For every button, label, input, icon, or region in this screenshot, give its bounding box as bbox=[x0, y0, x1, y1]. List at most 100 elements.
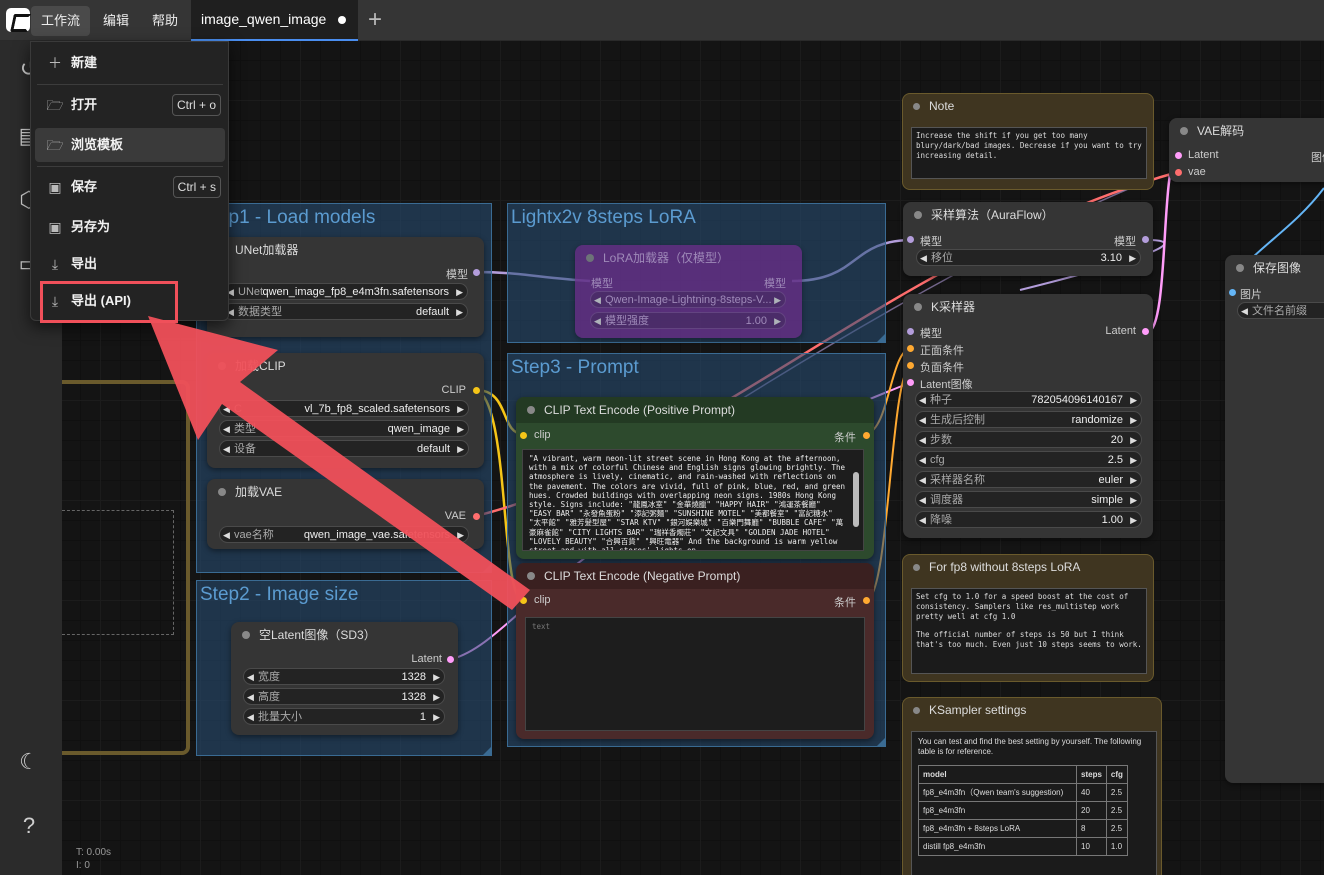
input-port[interactable] bbox=[1229, 289, 1236, 296]
aura-flow-node[interactable]: 采样算法（AuraFlow） 模型 模型 移位3.10 bbox=[903, 202, 1153, 276]
output-label: 模型 bbox=[1114, 236, 1136, 248]
positive-prompt-node[interactable]: CLIP Text Encode (Positive Prompt) clip … bbox=[516, 397, 874, 559]
input-port[interactable] bbox=[907, 345, 914, 352]
sampler-name-widget[interactable]: 采样器名称euler bbox=[915, 471, 1142, 489]
node-title: CLIP Text Encode (Negative Prompt) bbox=[516, 563, 874, 589]
node-title: K采样器 bbox=[903, 294, 1153, 320]
textarea-scrollbar[interactable] bbox=[853, 472, 859, 527]
unet-loader-node[interactable]: UNet加载器 模型 UNet...qwen_image_fp8_e4m3fn.… bbox=[207, 237, 484, 337]
new-tab-button[interactable]: + bbox=[368, 7, 382, 33]
menu-item-export[interactable]: ⤓ 导出 bbox=[35, 247, 225, 281]
output-port[interactable] bbox=[473, 513, 480, 520]
width-widget[interactable]: 宽度1328 bbox=[243, 668, 445, 686]
input-port[interactable] bbox=[907, 236, 914, 243]
output-port[interactable] bbox=[447, 656, 454, 663]
menu-item-browse-templates[interactable]: 🗁 浏览模板 bbox=[35, 128, 225, 162]
output-label: Latent bbox=[411, 653, 442, 665]
output-label: CLIP bbox=[441, 384, 466, 396]
table-row: fp8_e4m3fn（Qwen team's suggestion) 40 2.5 bbox=[918, 783, 1128, 802]
control-after-widget[interactable]: 生成后控制randomize bbox=[915, 411, 1142, 429]
input-port[interactable] bbox=[907, 328, 914, 335]
input-port[interactable] bbox=[907, 362, 914, 369]
steps-widget[interactable]: 步数20 bbox=[915, 431, 1142, 449]
ksampler-node[interactable]: K采样器 模型 正面条件 负面条件 Latent图像 Latent 种子7820… bbox=[903, 294, 1153, 538]
menu-item-save-as[interactable]: ▣ 另存为 bbox=[35, 210, 225, 244]
unet-name-widget[interactable]: UNet...qwen_image_fp8_e4m3fn.safetensors bbox=[223, 283, 468, 301]
menu-item-save[interactable]: ▣ 保存 Ctrl + s bbox=[35, 170, 225, 204]
help-icon[interactable]: ? bbox=[16, 813, 42, 839]
output-port[interactable] bbox=[863, 432, 870, 439]
input-label: Latent bbox=[1188, 149, 1219, 161]
settings-body[interactable]: You can test and find the best setting b… bbox=[911, 731, 1157, 875]
scheduler-widget[interactable]: 调度器simple bbox=[915, 491, 1142, 509]
seed-widget[interactable]: 种子782054096140167 bbox=[915, 391, 1142, 409]
menu-item-open[interactable]: 🗁 打开 Ctrl + o bbox=[35, 88, 225, 122]
input-label: clip bbox=[534, 594, 551, 606]
note-text[interactable]: Increase the shift if you get too many b… bbox=[911, 127, 1147, 179]
note-body[interactable]: Set cfg to 1.0 for a speed boost at the … bbox=[911, 588, 1147, 674]
output-port[interactable] bbox=[1142, 236, 1149, 243]
note-node[interactable]: Note Increase the shift if you get too m… bbox=[902, 93, 1154, 190]
table-cell: 10 bbox=[1076, 837, 1107, 856]
height-widget[interactable]: 高度1328 bbox=[243, 688, 445, 706]
export-api-highlight-box bbox=[40, 281, 178, 323]
menu-help[interactable]: 帮助 bbox=[142, 6, 188, 36]
tab-workflow[interactable]: image_qwen_image bbox=[191, 0, 358, 41]
table-cell: fp8_e4m3fn + 8steps LoRA bbox=[918, 819, 1077, 838]
vae-name-widget[interactable]: vae名称qwen_image_vae.safetensors bbox=[219, 526, 469, 544]
input-label: vae bbox=[1188, 166, 1206, 178]
negative-prompt-node[interactable]: CLIP Text Encode (Negative Prompt) clip … bbox=[516, 563, 874, 739]
table-cell: 20 bbox=[1076, 801, 1107, 820]
positive-prompt-textarea[interactable]: "A vibrant, warm neon-lit street scene i… bbox=[522, 449, 864, 551]
clip-name-widget[interactable]: Cvl_7b_fp8_scaled.safetensors bbox=[219, 400, 469, 418]
save-image-node[interactable]: 保存图像 图片 文件名前缀 bbox=[1225, 255, 1324, 783]
clip-loader-node[interactable]: 加载CLIP CLIP Cvl_7b_fp8_scaled.safetensor… bbox=[207, 353, 484, 468]
vae-decode-node[interactable]: VAE解码 Latent vae 图像 bbox=[1169, 118, 1324, 182]
lora-loader-node[interactable]: LoRA加载器（仅模型） 模型 模型 Qwen-Image-Lightning-… bbox=[575, 245, 802, 338]
input-port[interactable] bbox=[520, 432, 527, 439]
empty-latent-node[interactable]: 空Latent图像（SD3） Latent 宽度1328 高度1328 批量大小… bbox=[231, 622, 458, 735]
filename-prefix-widget[interactable]: 文件名前缀 bbox=[1237, 302, 1324, 320]
cfg-widget[interactable]: cfg2.5 bbox=[915, 451, 1142, 469]
hidden-node-outline bbox=[62, 510, 174, 635]
table-cell: 2.5 bbox=[1105, 819, 1128, 838]
theme-toggle-icon[interactable]: ☾ bbox=[16, 749, 42, 775]
denoise-widget[interactable]: 降噪1.00 bbox=[915, 511, 1142, 529]
node-title: KSampler settings bbox=[929, 703, 1027, 717]
clip-type-widget[interactable]: 类型qwen_image bbox=[219, 420, 469, 438]
input-port[interactable] bbox=[1175, 152, 1182, 159]
negative-prompt-textarea[interactable]: text bbox=[525, 617, 865, 731]
table-cell: fp8_e4m3fn bbox=[918, 801, 1077, 820]
node-title: 保存图像 bbox=[1225, 255, 1324, 281]
menu-edit[interactable]: 编辑 bbox=[93, 6, 139, 36]
menu-item-label: 浏览模板 bbox=[71, 137, 124, 152]
menu-item-label: 另存为 bbox=[71, 219, 111, 234]
output-port[interactable] bbox=[863, 597, 870, 604]
input-port[interactable] bbox=[907, 379, 914, 386]
input-port[interactable] bbox=[1175, 169, 1182, 176]
menu-workflow[interactable]: 工作流 bbox=[31, 6, 91, 36]
lora-strength-widget[interactable]: 模型强度1.00 bbox=[590, 312, 786, 330]
table-cell: 2.5 bbox=[1105, 801, 1128, 820]
lora-name-widget[interactable]: Qwen-Image-Lightning-8steps-V... bbox=[590, 291, 786, 309]
output-port[interactable] bbox=[473, 269, 480, 276]
batch-size-widget[interactable]: 批量大小1 bbox=[243, 708, 445, 726]
settings-intro: You can test and find the best setting b… bbox=[918, 737, 1142, 756]
input-port[interactable] bbox=[520, 597, 527, 604]
unsaved-dot-icon[interactable] bbox=[338, 16, 346, 24]
dtype-widget[interactable]: 数据类型default bbox=[223, 303, 468, 321]
shift-widget[interactable]: 移位3.10 bbox=[916, 249, 1141, 267]
output-port[interactable] bbox=[473, 387, 480, 394]
table-cell: 2.5 bbox=[1105, 783, 1128, 802]
output-port[interactable] bbox=[1142, 328, 1149, 335]
menu-item-new[interactable]: ＋ 新建 bbox=[35, 46, 225, 80]
group-title: Lightx2v 8steps LoRA bbox=[511, 207, 696, 228]
fp8-note-node[interactable]: For fp8 without 8steps LoRA Set cfg to 1… bbox=[902, 554, 1154, 682]
clip-device-widget[interactable]: 设备default bbox=[219, 440, 469, 458]
app-logo-icon[interactable] bbox=[6, 8, 30, 32]
table-cell: 8 bbox=[1076, 819, 1107, 838]
vae-loader-node[interactable]: 加载VAE VAE vae名称qwen_image_vae.safetensor… bbox=[207, 479, 484, 549]
menu-item-label: 新建 bbox=[71, 55, 98, 70]
ksampler-settings-note[interactable]: KSampler settings You can test and find … bbox=[902, 697, 1162, 875]
node-title: 空Latent图像（SD3） bbox=[231, 622, 458, 648]
